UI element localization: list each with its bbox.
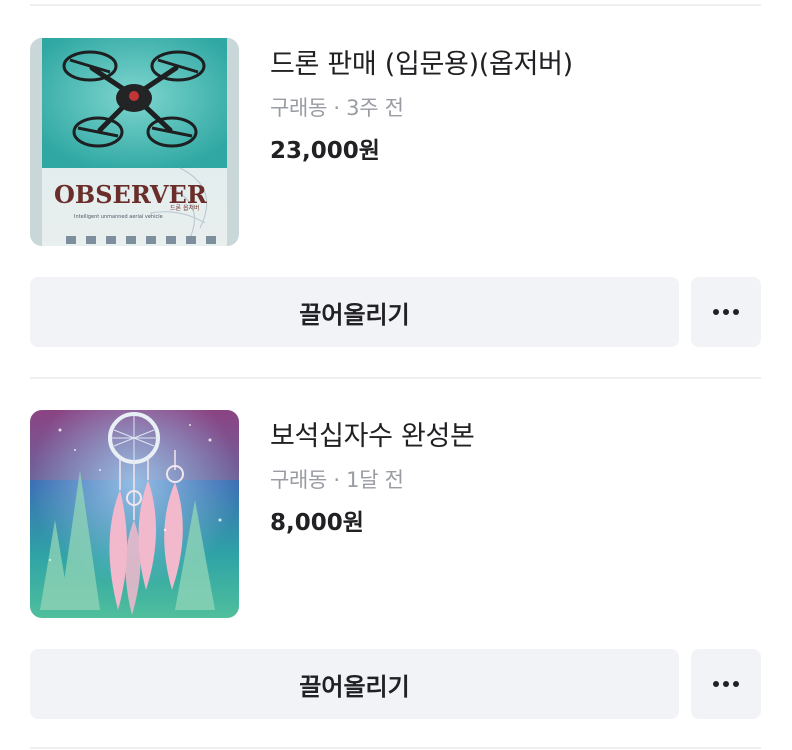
more-horizontal-icon <box>713 681 739 687</box>
top-divider <box>30 4 761 6</box>
box-subtitle-text: Intelligent unmanned aerial vehicle <box>74 214 163 220</box>
drone-box-thumbnail[interactable]: OBSERVER 드론 옵저버 Intelligent unmanned aer… <box>30 38 239 246</box>
diamond-painting-thumbnail[interactable] <box>30 410 239 618</box>
more-options-button[interactable] <box>691 277 761 347</box>
bump-button[interactable]: 끌어올리기 <box>30 649 679 719</box>
box-korean-text: 드론 옵저버 <box>170 204 200 212</box>
listing-price: 23,000원 <box>270 138 380 164</box>
bottom-divider <box>30 747 761 749</box>
listing-location-time: 구래동 · 3주 전 <box>270 96 404 120</box>
listing-price: 8,000원 <box>270 510 364 536</box>
listing-title[interactable]: 드론 판매 (입문용)(옵저버) <box>270 42 573 81</box>
more-horizontal-icon <box>713 309 739 315</box>
sales-history-list: OBSERVER 드론 옵저버 Intelligent unmanned aer… <box>0 0 792 750</box>
dreamcatcher-image <box>30 410 239 618</box>
more-options-button[interactable] <box>691 649 761 719</box>
drone-box-image: OBSERVER 드론 옵저버 Intelligent unmanned aer… <box>30 38 239 246</box>
listing-title[interactable]: 보석십자수 완성본 <box>270 414 475 453</box>
listing-location-time: 구래동 · 1달 전 <box>270 468 404 492</box>
bump-button[interactable]: 끌어올리기 <box>30 277 679 347</box>
item-divider <box>30 377 761 379</box>
